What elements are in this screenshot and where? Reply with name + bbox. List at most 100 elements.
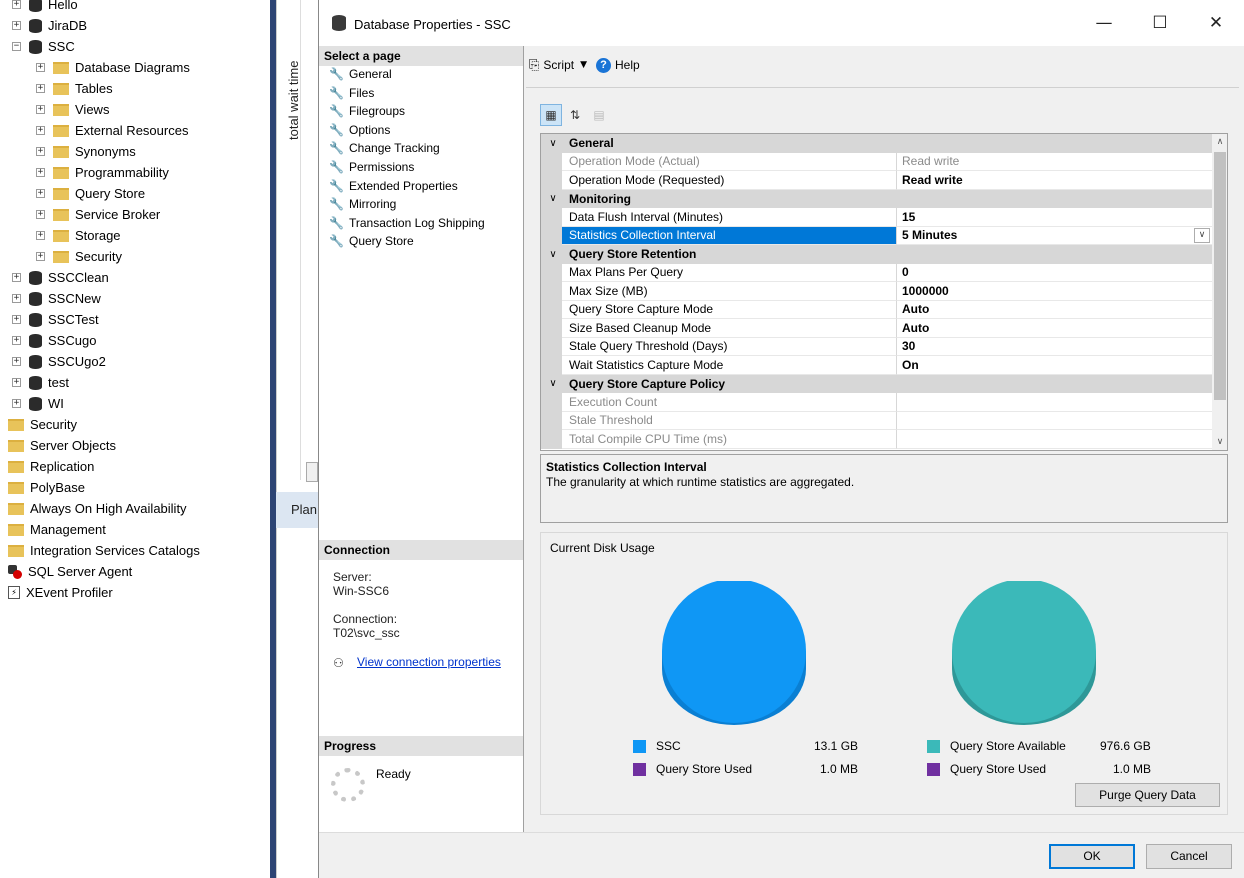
property-operation-mode-requested[interactable]: Operation Mode (Requested) Read write bbox=[541, 171, 1212, 190]
expand-icon[interactable]: + bbox=[36, 84, 45, 93]
expand-icon[interactable]: + bbox=[12, 294, 21, 303]
expand-icon[interactable]: + bbox=[12, 21, 21, 30]
scroll-down-icon[interactable]: ∨ bbox=[1212, 434, 1227, 450]
expand-icon[interactable]: + bbox=[12, 0, 21, 9]
property-query-store-capture-mode[interactable]: Query Store Capture Mode Auto bbox=[541, 300, 1212, 319]
category-query-store-capture-policy[interactable]: ∨ Query Store Capture Policy bbox=[541, 374, 1212, 393]
property-pages-icon[interactable]: ▤ bbox=[588, 104, 610, 126]
property-max-plans-per-query[interactable]: Max Plans Per Query 0 bbox=[541, 263, 1212, 282]
scroll-up-icon[interactable]: ∧ bbox=[1212, 134, 1227, 150]
property-data-flush-interval-minutes[interactable]: Data Flush Interval (Minutes) 15 bbox=[541, 208, 1212, 227]
page-change-tracking[interactable]: 🔧 Change Tracking bbox=[329, 139, 440, 157]
category-general[interactable]: ∨ General bbox=[541, 134, 1212, 153]
collapse-chevron-icon[interactable]: ∨ bbox=[544, 249, 562, 260]
tree-item-storage[interactable]: + Storage bbox=[36, 225, 121, 246]
property-wait-statistics-capture-mode[interactable]: Wait Statistics Capture Mode On bbox=[541, 356, 1212, 375]
ok-button[interactable]: OK bbox=[1049, 844, 1135, 869]
expand-icon[interactable]: + bbox=[36, 168, 45, 177]
property-stale-query-threshold-days[interactable]: Stale Query Threshold (Days) 30 bbox=[541, 337, 1212, 356]
categorized-icon[interactable]: ▦ bbox=[540, 104, 562, 126]
tree-item-jiradb[interactable]: + JiraDB bbox=[12, 15, 87, 36]
category-query-store-retention[interactable]: ∨ Query Store Retention bbox=[541, 245, 1212, 264]
expand-icon[interactable]: + bbox=[36, 105, 45, 114]
tree-item-sscugo[interactable]: + SSCugo bbox=[12, 330, 96, 351]
property-grid-scrollbar[interactable]: ∧ ∨ bbox=[1212, 134, 1227, 450]
property-size-based-cleanup-mode[interactable]: Size Based Cleanup Mode Auto bbox=[541, 319, 1212, 338]
expand-icon[interactable]: + bbox=[36, 147, 45, 156]
tree-item-wi[interactable]: + WI bbox=[12, 393, 64, 414]
scrollbar-thumb[interactable] bbox=[1214, 152, 1226, 400]
tree-item-security[interactable]: + Security bbox=[36, 246, 122, 267]
page-general[interactable]: 🔧 General bbox=[329, 65, 392, 83]
property-value[interactable]: 0 bbox=[897, 264, 1212, 282]
tree-item-always-on-high-availability[interactable]: Always On High Availability bbox=[8, 498, 187, 519]
tree-item-management[interactable]: Management bbox=[8, 519, 106, 540]
property-value[interactable]: Auto bbox=[897, 301, 1212, 319]
minimize-button[interactable]: — bbox=[1081, 8, 1127, 38]
close-button[interactable]: ✕ bbox=[1193, 8, 1239, 38]
page-query-store[interactable]: 🔧 Query Store bbox=[329, 232, 414, 250]
expand-icon[interactable]: + bbox=[36, 231, 45, 240]
property-value[interactable]: 30 bbox=[897, 338, 1212, 356]
property-execution-count[interactable]: Execution Count bbox=[541, 393, 1212, 412]
tree-item-test[interactable]: + test bbox=[12, 372, 69, 393]
tree-item-synonyms[interactable]: + Synonyms bbox=[36, 141, 136, 162]
expand-icon[interactable]: + bbox=[12, 399, 21, 408]
expand-icon[interactable]: + bbox=[12, 357, 21, 366]
tree-item-polybase[interactable]: PolyBase bbox=[8, 477, 85, 498]
expand-icon[interactable]: + bbox=[36, 189, 45, 198]
expand-icon[interactable]: + bbox=[12, 378, 21, 387]
tree-item-security[interactable]: Security bbox=[8, 414, 77, 435]
cancel-button[interactable]: Cancel bbox=[1146, 844, 1232, 869]
property-value[interactable]: 15 bbox=[897, 208, 1212, 227]
tree-item-integration-services-catalogs[interactable]: Integration Services Catalogs bbox=[8, 540, 200, 561]
alphabetical-sort-icon[interactable]: ⇅ bbox=[564, 104, 586, 126]
collapse-chevron-icon[interactable]: ∨ bbox=[544, 378, 562, 389]
tree-item-ssc[interactable]: − SSC bbox=[12, 36, 75, 57]
page-mirroring[interactable]: 🔧 Mirroring bbox=[329, 195, 396, 213]
property-value[interactable]: Read write bbox=[897, 171, 1212, 190]
collapse-chevron-icon[interactable]: ∨ bbox=[544, 193, 562, 204]
view-connection-properties-link[interactable]: View connection properties bbox=[357, 655, 501, 669]
tree-item-server-objects[interactable]: Server Objects bbox=[8, 435, 116, 456]
tree-item-hello[interactable]: + Hello bbox=[12, 0, 78, 15]
maximize-button[interactable]: ☐ bbox=[1137, 8, 1183, 38]
collapse-icon[interactable]: − bbox=[12, 42, 21, 51]
tree-item-query-store[interactable]: + Query Store bbox=[36, 183, 145, 204]
script-dropdown-icon[interactable]: ▼ bbox=[580, 60, 587, 70]
tree-item-replication[interactable]: Replication bbox=[8, 456, 94, 477]
expand-icon[interactable]: + bbox=[12, 315, 21, 324]
tree-item-sscugo2[interactable]: + SSCUgo2 bbox=[12, 351, 106, 372]
background-tab-plan[interactable]: Plan bbox=[291, 502, 317, 517]
property-statistics-collection-interval[interactable]: Statistics Collection Interval 5 Minutes ∨ bbox=[541, 226, 1212, 245]
help-icon[interactable]: ? bbox=[596, 57, 612, 73]
page-permissions[interactable]: 🔧 Permissions bbox=[329, 158, 414, 176]
tree-item-sscnew[interactable]: + SSCNew bbox=[12, 288, 101, 309]
property-value[interactable]: Auto bbox=[897, 319, 1212, 338]
tree-item-sql-server-agent[interactable]: SQL Server Agent bbox=[8, 561, 132, 582]
help-button[interactable]: Help bbox=[615, 58, 640, 72]
property-total-compile-cpu-time-ms[interactable]: Total Compile CPU Time (ms) bbox=[541, 430, 1212, 449]
page-options[interactable]: 🔧 Options bbox=[329, 121, 390, 139]
tree-item-xevent-profiler[interactable]: ⚡ XEvent Profiler bbox=[8, 582, 113, 603]
property-max-size-mb[interactable]: Max Size (MB) 1000000 bbox=[541, 282, 1212, 301]
tree-item-service-broker[interactable]: + Service Broker bbox=[36, 204, 160, 225]
tree-item-external-resources[interactable]: + External Resources bbox=[36, 120, 188, 141]
tree-item-ssctest[interactable]: + SSCTest bbox=[12, 309, 99, 330]
script-icon[interactable]: ⎘ bbox=[529, 58, 539, 73]
purge-query-data-button[interactable]: Purge Query Data bbox=[1075, 783, 1220, 807]
property-value[interactable]: 5 Minutes ∨ bbox=[897, 227, 1212, 245]
tree-item-programmability[interactable]: + Programmability bbox=[36, 162, 169, 183]
expand-icon[interactable]: + bbox=[36, 63, 45, 72]
tree-item-views[interactable]: + Views bbox=[36, 99, 109, 120]
expand-icon[interactable]: + bbox=[36, 252, 45, 261]
expand-icon[interactable]: + bbox=[12, 336, 21, 345]
expand-icon[interactable]: + bbox=[12, 273, 21, 282]
page-extended-properties[interactable]: 🔧 Extended Properties bbox=[329, 177, 458, 195]
property-operation-mode-actual[interactable]: Operation Mode (Actual) Read write bbox=[541, 152, 1212, 171]
page-filegroups[interactable]: 🔧 Filegroups bbox=[329, 102, 405, 120]
tree-item-sscclean[interactable]: + SSCClean bbox=[12, 267, 109, 288]
expand-icon[interactable]: + bbox=[36, 126, 45, 135]
property-value[interactable]: On bbox=[897, 356, 1212, 375]
tree-item-database-diagrams[interactable]: + Database Diagrams bbox=[36, 57, 190, 78]
